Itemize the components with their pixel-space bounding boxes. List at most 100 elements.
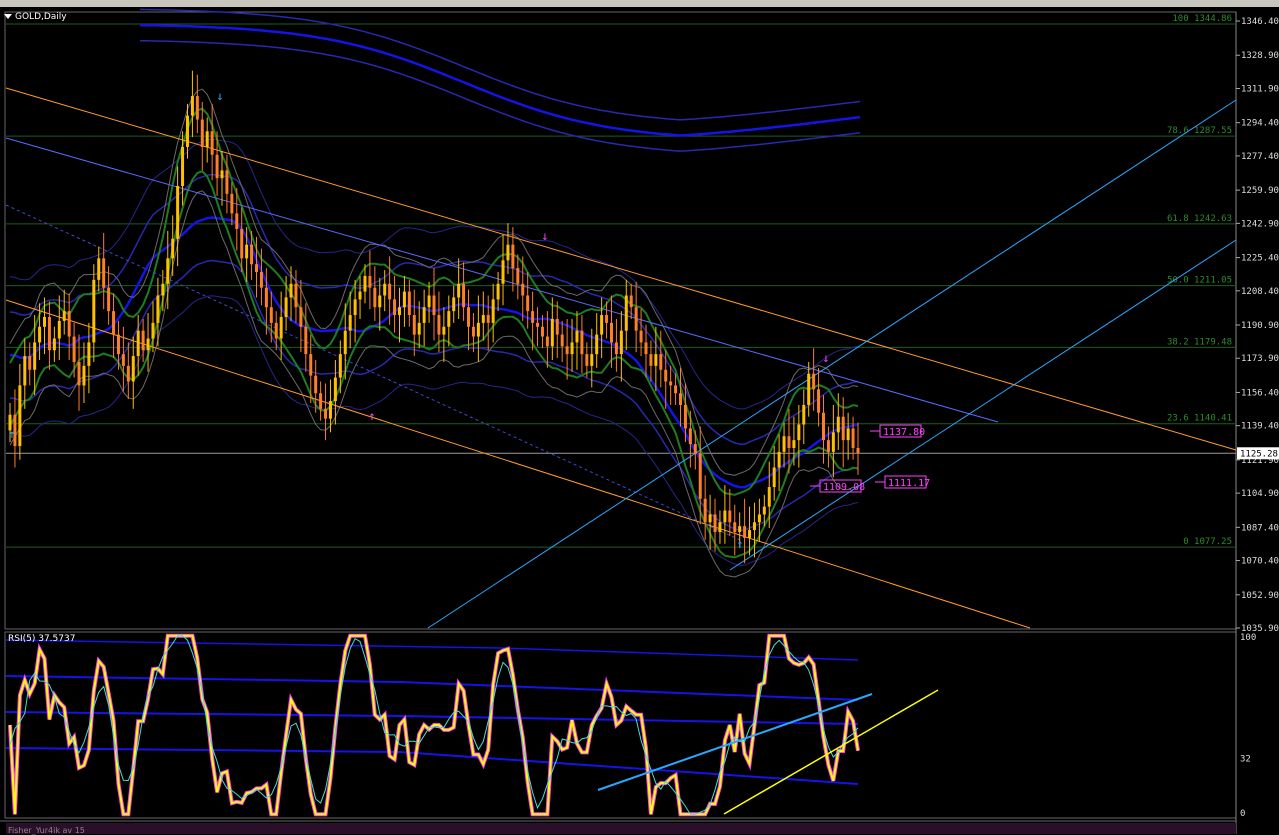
candle-body [304, 326, 308, 355]
candle-body [343, 330, 347, 355]
symbol-title[interactable]: GOLD,Daily [4, 12, 67, 22]
candle-body [585, 354, 589, 366]
candle-body [274, 322, 278, 339]
candle-body [136, 330, 140, 357]
dropdown-triangle-icon[interactable] [4, 14, 12, 19]
fractal-arrow-icon: ↓ [216, 89, 223, 103]
candle-body [47, 316, 51, 351]
candle-body [245, 244, 249, 259]
candle-body [703, 498, 707, 523]
candle-body [102, 258, 106, 288]
candle-body [333, 377, 337, 402]
candle-body [516, 268, 520, 284]
candle-body [590, 354, 594, 366]
candle-body [491, 299, 495, 323]
candle-body [629, 295, 633, 308]
candle-body [614, 342, 618, 355]
candle-body [353, 299, 357, 316]
candle-body [284, 297, 288, 317]
candle-body [501, 260, 505, 284]
candle-body [294, 283, 298, 308]
candle-body [792, 440, 796, 448]
candle-body [62, 311, 66, 321]
candle-body [57, 320, 61, 339]
price-axis-label: 1173.90 [1241, 354, 1279, 364]
candle-body [511, 244, 515, 269]
candle-body [560, 334, 564, 347]
candle-body [605, 315, 609, 323]
current-price-label: 1125.28 [1240, 449, 1278, 459]
candle-body [225, 170, 229, 194]
candle-body [23, 356, 27, 386]
candle-body [826, 440, 830, 452]
candle-body [255, 264, 259, 273]
candle-body [496, 283, 500, 300]
candle-body [580, 330, 584, 355]
candle-body [708, 514, 712, 523]
candle-body [841, 416, 845, 441]
candle-body [97, 258, 101, 280]
fractal-arrow-icon: ↓ [822, 351, 829, 365]
candle-body [131, 356, 135, 382]
candle-body [72, 336, 76, 362]
price-axis-label: 1070.40 [1241, 557, 1279, 567]
candle-body [264, 287, 268, 308]
candle-body [417, 322, 421, 335]
candle-body [151, 322, 155, 339]
candle-body [639, 330, 643, 343]
candle-body [802, 404, 806, 425]
candle-body [33, 342, 37, 370]
price-axis-label: 1052.90 [1241, 591, 1279, 601]
fib-level-label: 23.6 1140.41 [1167, 414, 1232, 424]
candle-body [619, 330, 623, 355]
candle-body [141, 330, 145, 351]
candle-body [215, 154, 219, 179]
candle-body [836, 416, 840, 433]
candle-body [570, 342, 574, 355]
candle-body [324, 408, 328, 419]
rsi-axis-label: 100 [1240, 633, 1256, 643]
candle-body [38, 326, 42, 343]
price-axis-label: 1087.40 [1241, 523, 1279, 533]
price-axis-label: 1139.40 [1241, 422, 1279, 432]
candle-body [698, 453, 702, 499]
candle-body [368, 275, 372, 288]
candle-body [447, 311, 451, 327]
candle-body [107, 287, 111, 312]
candle-body [506, 244, 510, 261]
price-axis-label: 1156.40 [1241, 388, 1279, 398]
rsi-blue-band-upper [5, 675, 859, 701]
candle-body [200, 119, 204, 147]
candle-body [181, 146, 185, 187]
candle-body [348, 315, 352, 331]
fib-level-label: 50.0 1211.05 [1167, 276, 1232, 286]
candle-body [713, 514, 717, 533]
candle-body [432, 295, 436, 316]
candle-body [437, 315, 441, 335]
fib-level-label: 78.6 1287.55 [1167, 126, 1232, 136]
chart-canvas[interactable]: 100 1344.86 78.6 1287.55 61.8 1242.63 50.0 … [0, 0, 1279, 834]
candle-body [812, 373, 816, 390]
candle-body [856, 447, 860, 454]
rsi-axis-label: 0 [1240, 809, 1245, 819]
fib-level-label: 100 1344.86 [1172, 14, 1232, 24]
price-axis-label: 1208.40 [1241, 287, 1279, 297]
fractal-arrow-icon: ↑ [736, 537, 743, 551]
candle-body [649, 354, 653, 366]
candle-body [116, 334, 120, 355]
blue-dashed-trend-line [5, 204, 741, 541]
candle-body [486, 315, 490, 323]
candle-body [427, 295, 431, 308]
price-axis-label: 1190.90 [1241, 321, 1279, 331]
candle-body [121, 354, 125, 366]
candle-body [156, 295, 160, 323]
price-tag-label: 1109.08 [823, 482, 865, 493]
candle-body [787, 436, 791, 448]
candle-body [412, 315, 416, 335]
candle-body [289, 283, 293, 298]
candle-body [654, 354, 658, 366]
fractal-arrow-icon: ↑ [8, 427, 15, 441]
candle-body [644, 342, 648, 355]
price-tag-label: 1137.80 [883, 427, 925, 438]
candle-body [442, 326, 446, 335]
